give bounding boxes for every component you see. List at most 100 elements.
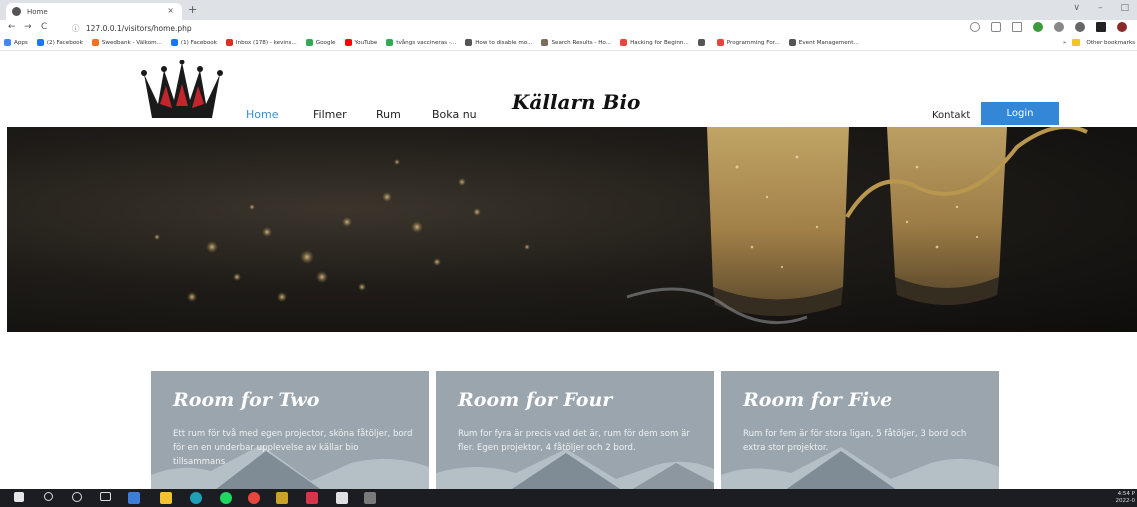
- tab-search-icon[interactable]: ∨: [1073, 3, 1080, 13]
- nav-filmer[interactable]: Filmer: [313, 108, 347, 121]
- bookmark-favicon-icon: [225, 39, 233, 46]
- bookmark-label: (2) Facebook: [46, 39, 83, 46]
- bookmark-favicon-icon: [91, 39, 99, 46]
- other-bookmarks[interactable]: Other bookmarks: [1086, 40, 1135, 46]
- bookmark-label: Programming For...: [726, 39, 780, 46]
- bookmark-favicon-icon: [465, 39, 473, 46]
- room-description: Rum for fyra är precis vad det är, rum f…: [458, 429, 690, 453]
- maximize-button[interactable]: □: [1120, 3, 1129, 13]
- bookmark-item[interactable]: Hacking for Beginn...: [620, 39, 689, 46]
- system-clock[interactable]: 4:54 P 2022-0: [1116, 491, 1135, 505]
- room-title: Room for Four: [458, 389, 613, 411]
- bookmark-item[interactable]: YouTube: [344, 39, 378, 46]
- bookmark-label: How to disable mo...: [475, 39, 533, 46]
- bookmark-item[interactable]: How to disable mo...: [465, 39, 532, 46]
- bookmark-favicon-icon: [541, 39, 549, 46]
- room-description: Ett rum för två med egen projector, skön…: [173, 429, 413, 467]
- bookmark-item[interactable]: Event Management...: [788, 39, 859, 46]
- bookmark-label: Event Management...: [798, 39, 859, 46]
- minimize-button[interactable]: –: [1098, 3, 1103, 13]
- windows-taskbar: 4:54 P 2022-0: [0, 489, 1137, 507]
- bookmark-item[interactable]: Apps: [4, 39, 28, 46]
- chrome-icon[interactable]: [248, 492, 260, 504]
- tab-favicon-icon: [12, 7, 21, 16]
- extensions-puzzle-icon[interactable]: [1075, 22, 1085, 32]
- tab-title: Home: [27, 7, 48, 16]
- reading-list-icon[interactable]: [1096, 22, 1106, 32]
- address-bar: ← → C ⓘ 127.0.0.1/visitors/home.php: [0, 20, 1137, 35]
- new-tab-button[interactable]: +: [188, 3, 197, 16]
- crown-logo-icon[interactable]: [140, 60, 224, 122]
- spotify-icon[interactable]: [220, 492, 232, 504]
- bookmark-star-icon[interactable]: [1012, 22, 1022, 32]
- extension-icon[interactable]: [1054, 22, 1064, 32]
- app-icon[interactable]: [306, 492, 318, 504]
- tab-close-icon[interactable]: ×: [167, 6, 174, 15]
- bookmark-item[interactable]: (2) Facebook: [36, 39, 83, 46]
- nav-kontakt[interactable]: Kontakt: [932, 110, 970, 121]
- clock-date: 2022-0: [1115, 498, 1135, 504]
- url-text: 127.0.0.1/visitors/home.php: [85, 24, 192, 33]
- bookmarks-bar: Apps (2) Facebook Swedbank - Välkom... (1) …: [0, 35, 1137, 51]
- bookmark-label: Swedbank - Välkom...: [101, 39, 162, 46]
- room-card-four[interactable]: Room for Four Rum for fyra är precis vad…: [436, 371, 714, 493]
- bookmark-label: Google: [315, 39, 336, 46]
- app-icon[interactable]: [276, 492, 288, 504]
- share-icon[interactable]: [991, 22, 1001, 32]
- nav-home[interactable]: Home: [246, 108, 278, 121]
- bookmark-item[interactable]: Programming For...: [716, 39, 780, 46]
- start-windows-icon[interactable]: [14, 492, 24, 502]
- forward-button[interactable]: →: [24, 22, 32, 32]
- bookmark-favicon-icon: [36, 39, 44, 46]
- bookmark-item[interactable]: (1) Facebook: [170, 39, 217, 46]
- back-button[interactable]: ←: [8, 22, 16, 32]
- edge-icon[interactable]: [190, 492, 202, 504]
- bookmark-item[interactable]: Inbox (178) - kevins...: [225, 39, 297, 46]
- room-card-two[interactable]: Room for Two Ett rum för två med egen pr…: [151, 371, 429, 493]
- bookmark-label: (1) Facebook: [180, 39, 217, 46]
- bookmark-label: tvångs vaccineras -...: [396, 39, 457, 46]
- site-header: Home Filmer Rum Boka nu Källarn Bio Kont…: [0, 52, 1137, 127]
- cortana-icon[interactable]: [72, 492, 82, 502]
- bookmark-label: Hacking for Beginn...: [630, 39, 689, 46]
- reload-button[interactable]: C: [41, 22, 47, 32]
- calendar-icon[interactable]: [336, 492, 348, 504]
- nav-rum[interactable]: Rum: [376, 108, 401, 121]
- clock-time: 4:54 P: [1117, 491, 1135, 497]
- nav-boka-nu[interactable]: Boka nu: [432, 108, 477, 121]
- profile-avatar[interactable]: [1117, 22, 1127, 32]
- room-card-five[interactable]: Room for Five Rum for fem är för stora l…: [721, 371, 999, 493]
- room-description: Rum for fem är för stora ligan, 5 fåtölj…: [743, 429, 967, 453]
- bookmarks-overflow[interactable]: » Other bookmarks: [1058, 39, 1135, 46]
- bookmark-label: YouTube: [354, 39, 378, 46]
- extension-shield-icon[interactable]: [1033, 22, 1043, 32]
- login-button[interactable]: Login: [981, 102, 1059, 125]
- bookmark-item[interactable]: Search Results - Ho...: [541, 39, 611, 46]
- bookmark-label: Search Results - Ho...: [551, 39, 612, 46]
- task-view-icon[interactable]: [100, 492, 111, 501]
- bookmark-item[interactable]: [697, 39, 708, 46]
- zoom-icon[interactable]: [970, 22, 980, 32]
- bookmark-favicon-icon: [170, 39, 178, 46]
- url-field[interactable]: ⓘ 127.0.0.1/visitors/home.php: [72, 23, 192, 34]
- bookmark-favicon-icon: [788, 39, 796, 46]
- chrome-app-icon[interactable]: [128, 492, 140, 504]
- file-explorer-icon[interactable]: [160, 492, 172, 504]
- bookmark-favicon-icon: [697, 39, 705, 46]
- bookmark-item[interactable]: tvångs vaccineras -...: [386, 39, 456, 46]
- room-title: Room for Five: [743, 389, 893, 411]
- extensions-area: [970, 22, 1127, 32]
- bookmark-favicon-icon: [305, 39, 313, 46]
- bookmark-item[interactable]: Google: [305, 39, 336, 46]
- bookmarks-more-icon[interactable]: »: [1063, 40, 1066, 46]
- site-info-icon[interactable]: ⓘ: [72, 24, 80, 33]
- search-icon[interactable]: [44, 492, 53, 501]
- browser-tab[interactable]: Home ×: [6, 3, 182, 20]
- bookmark-favicon-icon: [716, 39, 724, 46]
- brand-title[interactable]: Källarn Bio: [512, 90, 640, 114]
- bookmark-label: Inbox (178) - kevins...: [235, 39, 297, 46]
- hero-image: [7, 127, 1137, 332]
- bookmark-item[interactable]: Swedbank - Välkom...: [91, 39, 162, 46]
- bookmark-favicon-icon: [620, 39, 628, 46]
- app-icon[interactable]: [364, 492, 376, 504]
